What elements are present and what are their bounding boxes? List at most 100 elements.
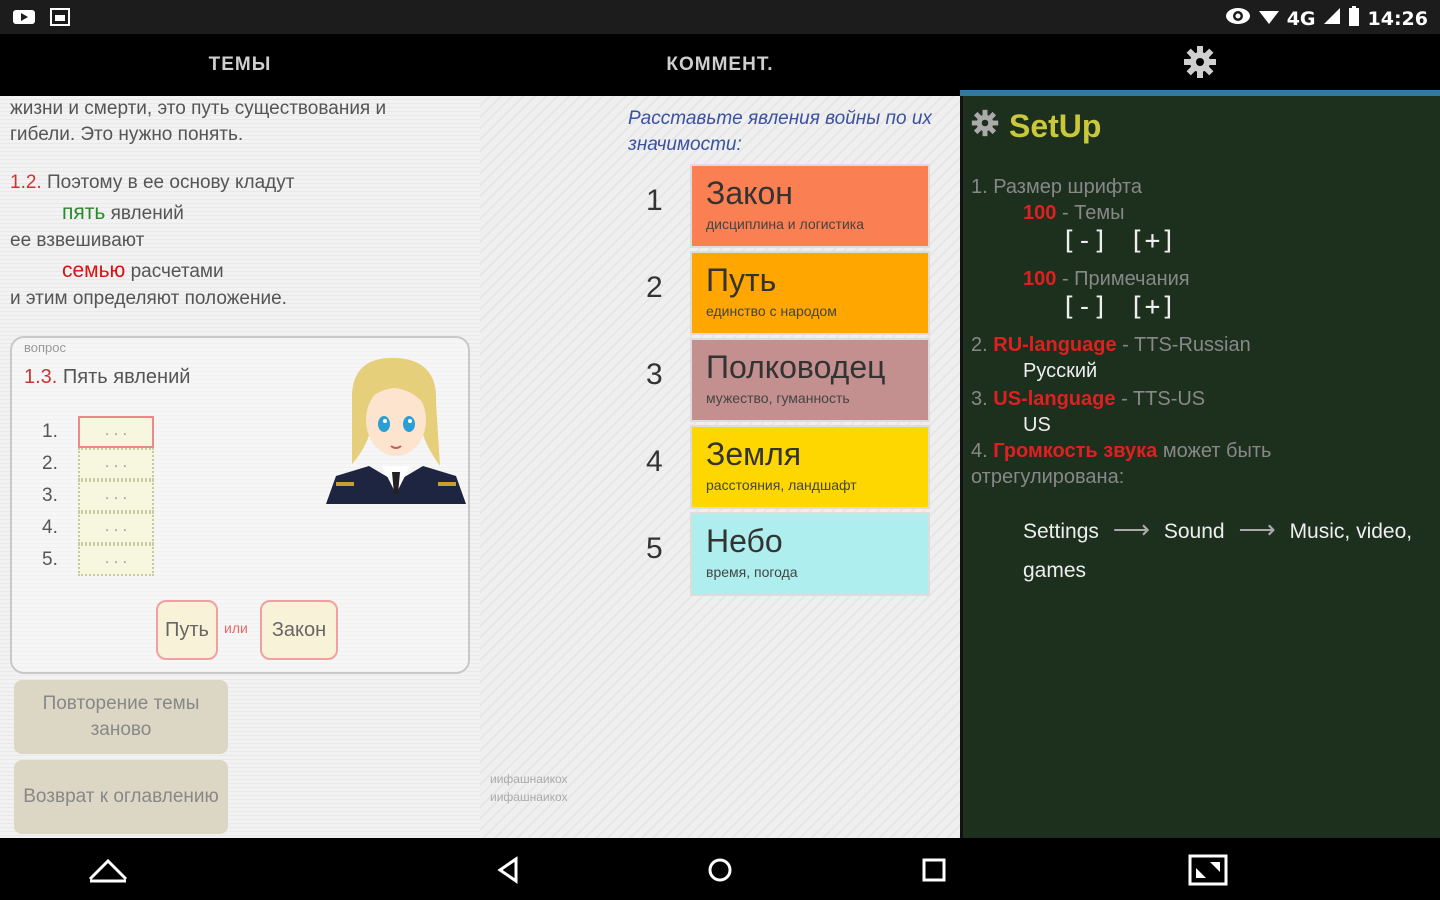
rank-subtitle: расстояния, ландшафт	[706, 477, 857, 493]
rank-subtitle: время, погода	[706, 564, 798, 580]
eye-icon	[1225, 7, 1251, 30]
topics-panel: жизни и смерти, это путь существования и…	[0, 96, 480, 838]
rank-subtitle: дисциплина и логистика	[706, 216, 865, 232]
text-line: и этим определяют положение.	[10, 288, 287, 309]
rank-number: 5	[646, 532, 663, 565]
answer-slot[interactable]: . . .	[78, 416, 154, 448]
arrow-right-icon: ⟶	[1112, 514, 1151, 544]
volume-text: может быть	[1162, 440, 1272, 462]
wifi-icon	[1258, 7, 1279, 30]
font-size-topics-label: - Темы	[1061, 202, 1125, 224]
rank-number: 3	[646, 358, 663, 391]
item-number: 3.	[971, 388, 988, 410]
rank-item[interactable]: 1 Закон дисциплина и логистика	[646, 164, 946, 248]
network-type: 4G	[1286, 7, 1316, 30]
question-title: 1.3. Пять явлений	[24, 366, 190, 389]
increase-topics-font-button[interactable]: [+]	[1129, 226, 1176, 256]
slot-number: 2.	[42, 453, 58, 474]
collapse-up-icon[interactable]	[88, 852, 128, 888]
choice-button-path[interactable]: Путь	[156, 600, 218, 660]
settings-panel: SetUp 1. Размер шрифта 100 - Темы [-] [+…	[960, 96, 1440, 838]
rank-number: 2	[646, 271, 663, 304]
rank-number: 4	[646, 445, 663, 478]
recents-icon[interactable]	[914, 852, 954, 888]
answer-slot-row: 1. . . .	[42, 416, 154, 448]
decrease-notes-font-button[interactable]: [-]	[1061, 292, 1108, 322]
arrow-right-icon: ⟶	[1238, 514, 1276, 544]
slot-number: 4.	[42, 517, 58, 538]
instruction-text: Расставьте явления войны по их значимост…	[628, 108, 932, 155]
rank-card[interactable]: Полководец мужество, гуманность	[690, 338, 930, 422]
slot-number: 1.	[42, 421, 58, 442]
gallery-icon	[48, 7, 72, 27]
font-size-topics-value: 100	[1023, 202, 1057, 224]
rank-item[interactable]: 4 Земля расстояния, ландшафт	[646, 425, 946, 509]
rank-item[interactable]: 2 Путь единство с народом	[646, 251, 946, 335]
tts-label: - TTS-US	[1121, 388, 1206, 410]
answer-slot[interactable]: . . .	[78, 544, 154, 576]
answer-slot-row: 2. . . .	[42, 448, 154, 480]
rank-subtitle: мужество, гуманность	[706, 390, 850, 406]
gear-icon	[971, 108, 999, 145]
youtube-icon	[12, 7, 36, 27]
anime-girl-avatar	[324, 354, 468, 504]
rank-title: Закон	[706, 175, 793, 211]
rank-title: Путь	[706, 262, 777, 298]
back-to-contents-button[interactable]: Возврат к оглавлению	[14, 760, 228, 834]
path-settings: Settings	[1023, 520, 1099, 543]
rank-subtitle: единство с народом	[706, 303, 837, 319]
tab-topics[interactable]: ТЕМЫ	[0, 34, 480, 96]
highlight-seven: семью	[62, 259, 126, 282]
rank-card[interactable]: Путь единство с народом	[690, 251, 930, 335]
text-span: расчетами	[130, 261, 224, 282]
us-language-link[interactable]: US-language	[993, 388, 1115, 410]
choice-button-law[interactable]: Закон	[260, 600, 338, 660]
navigation-bar	[0, 838, 1440, 900]
comment-panel: Расставьте явления войны по их значимост…	[480, 96, 960, 838]
decrease-topics-font-button[interactable]: [-]	[1061, 226, 1108, 256]
answer-slot[interactable]: . . .	[78, 448, 154, 480]
rank-title: Полководец	[706, 349, 886, 385]
repeat-topic-button[interactable]: Повторение темы заново	[14, 680, 228, 754]
home-icon[interactable]	[700, 852, 740, 888]
question-label: вопрос	[24, 340, 66, 355]
tab-comment[interactable]: КОММЕНТ.	[480, 34, 960, 96]
back-icon[interactable]	[488, 852, 528, 888]
question-text: Пять явлений	[62, 366, 191, 388]
increase-notes-font-button[interactable]: [+]	[1129, 292, 1176, 322]
ru-language-link[interactable]: RU-language	[993, 334, 1116, 356]
question-card: вопрос 1.3. Пять явлений 1. . . . 2. . .…	[10, 336, 470, 674]
text-line-seven: семью расчетами	[62, 258, 224, 285]
answer-slot[interactable]: . . .	[78, 512, 154, 544]
setup-heading: SetUp	[971, 108, 1101, 145]
rank-card[interactable]: Небо время, погода	[690, 512, 930, 596]
slot-number: 5.	[42, 549, 58, 570]
setting-ru-language: 2. RU-language - TTS-Russian	[971, 332, 1251, 358]
setting-font-size-label: 1. Размер шрифта	[971, 176, 1142, 198]
text-line: гибели. Это нужно понять.	[10, 124, 244, 145]
tab-settings[interactable]	[960, 34, 1440, 96]
item-number: 4.	[971, 440, 988, 462]
rank-title: Земля	[706, 436, 802, 472]
answer-slot[interactable]: . . .	[78, 480, 154, 512]
highlight-five: пять	[62, 201, 106, 224]
footnote-text: иифашнаикох	[490, 790, 568, 804]
or-label: или	[224, 620, 248, 636]
answer-slot-row: 5. . . .	[42, 544, 154, 576]
rank-card[interactable]: Закон дисциплина и логистика	[690, 164, 930, 248]
rank-item[interactable]: 5 Небо время, погода	[646, 512, 946, 596]
footnote-text: иифашнаикох	[490, 772, 568, 786]
rank-title: Небо	[706, 523, 783, 559]
path-games: games	[1023, 559, 1087, 582]
rank-item[interactable]: 3 Полководец мужество, гуманность	[646, 338, 946, 422]
us-language-value: US	[1023, 414, 1051, 436]
answer-slot-row: 3. . . .	[42, 480, 154, 512]
top-tab-bar: ТЕМЫ КОММЕНТ.	[0, 34, 1440, 96]
ru-language-value: Русский	[1023, 360, 1098, 382]
settings-path: Settings ⟶ Sound ⟶ Music, video,	[1023, 516, 1412, 545]
screen-resize-icon[interactable]	[1188, 852, 1228, 888]
rank-number: 1	[646, 184, 663, 217]
rank-card[interactable]: Земля расстояния, ландшафт	[690, 425, 930, 509]
clock-time: 14:26	[1367, 7, 1428, 30]
signal-icon	[1323, 7, 1340, 30]
